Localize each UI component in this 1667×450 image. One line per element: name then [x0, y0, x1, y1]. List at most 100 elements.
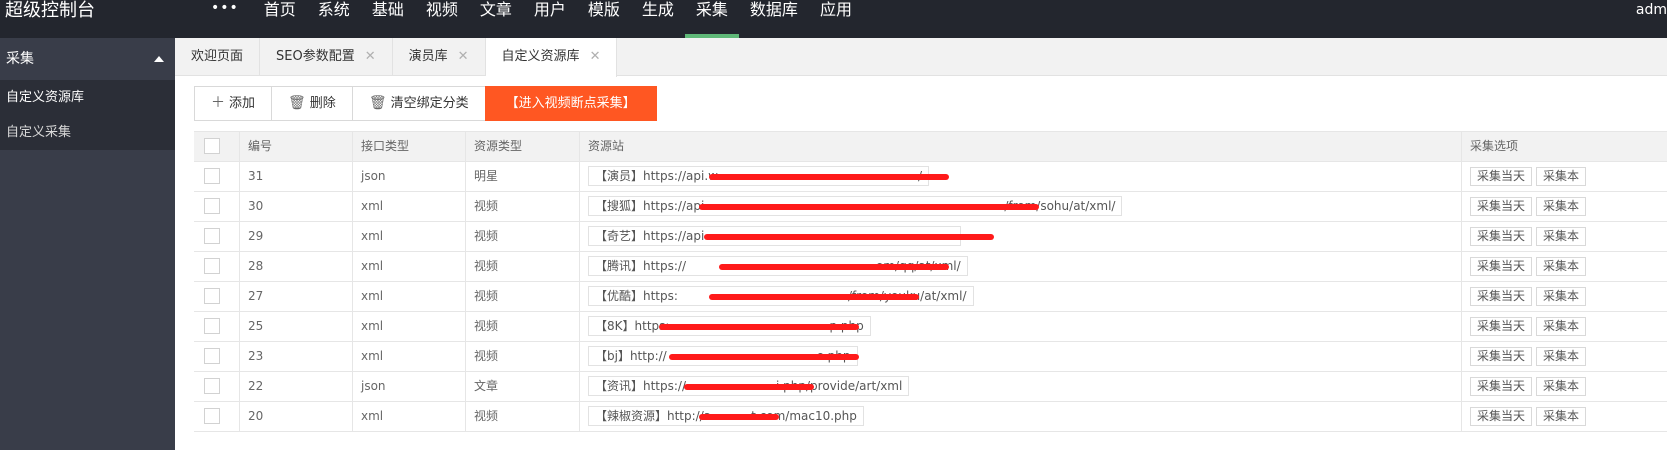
site-url[interactable]: 【演员】https://api.w/ — [588, 166, 949, 186]
table-row[interactable]: 30 xml 视频 【搜狐】https://api/from/sohu/at/xml/… — [194, 192, 1667, 222]
row-type: xml — [353, 312, 466, 342]
nav-template[interactable]: 模版 — [577, 0, 631, 38]
table-row[interactable]: 20 xml 视频 【辣椒资源】http://a t.com/mac10.php 采集当天… — [194, 402, 1667, 432]
tab-bar: 欢迎页面 SEO参数配置 ✕ 演员库 ✕ 自定义资源库 ✕ — [175, 38, 1667, 77]
nav-database[interactable]: 数据库 — [739, 0, 809, 38]
site-url[interactable]: 【腾讯】https://om/qq/at/xml/ — [588, 256, 968, 276]
row-checkbox[interactable] — [204, 167, 220, 184]
collect-today-button[interactable]: 采集当天 — [1470, 317, 1533, 336]
nav-user[interactable]: 用户 — [523, 0, 577, 38]
collect-today-button[interactable]: 采集当天 — [1470, 287, 1533, 306]
site-url-head: 【bj】http:// — [595, 349, 667, 363]
tab-actors[interactable]: 演员库 ✕ — [393, 38, 486, 76]
row-site-cell: 【bj】http://o.php — [580, 342, 1462, 372]
nav-generate[interactable]: 生成 — [631, 0, 685, 38]
nav-home[interactable]: 首页 — [253, 0, 307, 38]
redaction-mark — [709, 294, 919, 300]
collect-week-button[interactable]: 采集本 — [1536, 407, 1587, 426]
row-checkbox[interactable] — [204, 257, 220, 274]
row-check-cell — [194, 162, 240, 192]
header-site[interactable]: 资源站 — [580, 132, 1462, 162]
collect-week-button[interactable]: 采集本 — [1536, 197, 1587, 216]
site-url[interactable]: 【8K】https:p.php — [588, 316, 871, 336]
nav-apps[interactable]: 应用 — [809, 0, 863, 38]
row-checkbox[interactable] — [204, 347, 220, 364]
close-icon[interactable]: ✕ — [590, 49, 601, 64]
row-site-cell: 【奇艺】https://api — [580, 222, 1462, 252]
collect-week-button[interactable]: 采集本 — [1536, 287, 1587, 306]
row-check-cell — [194, 252, 240, 282]
collect-today-button[interactable]: 采集当天 — [1470, 257, 1533, 276]
site-url[interactable]: 【辣椒资源】http://a t.com/mac10.php — [588, 406, 864, 426]
row-site-cell: 【辣椒资源】http://a t.com/mac10.php — [580, 402, 1462, 432]
close-icon[interactable]: ✕ — [365, 49, 376, 64]
row-options: 采集当天 采集本 — [1462, 372, 1667, 402]
header-options[interactable]: 采集选项 — [1462, 132, 1667, 162]
collect-today-button[interactable]: 采集当天 — [1470, 227, 1533, 246]
site-url[interactable]: 【bj】http://o.php — [588, 346, 859, 366]
add-button[interactable]: ＋ 添加 — [194, 86, 273, 121]
user-menu[interactable]: adm — [1636, 0, 1667, 20]
row-site-cell: 【搜狐】https://api/from/sohu/at/xml/ — [580, 192, 1462, 222]
collect-today-button[interactable]: 采集当天 — [1470, 167, 1533, 186]
header-type[interactable]: 接口类型 — [353, 132, 466, 162]
site-url[interactable]: 【优酷】https:/from/youku/at/xml/ — [588, 286, 974, 306]
row-rtype: 视频 — [466, 402, 580, 432]
table-row[interactable]: 29 xml 视频 【奇艺】https://api 采集当天 采集本 — [194, 222, 1667, 252]
collect-today-button[interactable]: 采集当天 — [1470, 347, 1533, 366]
header-id[interactable]: 编号 — [240, 132, 353, 162]
nav-system[interactable]: 系统 — [307, 0, 361, 38]
row-checkbox[interactable] — [204, 287, 220, 304]
row-checkbox[interactable] — [204, 317, 220, 334]
row-checkbox[interactable] — [204, 227, 220, 244]
site-url[interactable]: 【奇艺】https://api — [588, 226, 994, 246]
header-rtype[interactable]: 资源类型 — [466, 132, 580, 162]
collect-today-button[interactable]: 采集当天 — [1470, 197, 1533, 216]
clear-binding-button[interactable]: 🗑 清空绑定分类 — [351, 86, 486, 121]
row-checkbox[interactable] — [204, 197, 220, 214]
plus-icon: ＋ — [211, 95, 225, 111]
site-url-head: 【辣椒资源】http://a — [595, 409, 712, 423]
tab-welcome[interactable]: 欢迎页面 — [175, 38, 261, 76]
sidebar-item-custom-resource[interactable]: 自定义资源库 — [0, 80, 175, 115]
nav-collect[interactable]: 采集 — [684, 0, 739, 38]
row-checkbox[interactable] — [204, 407, 220, 424]
sidebar-group-collect[interactable]: 采集 — [0, 38, 175, 80]
collect-week-button[interactable]: 采集本 — [1536, 377, 1587, 396]
row-site-cell: 【优酷】https:/from/youku/at/xml/ — [580, 282, 1462, 312]
breakpoint-collect-button[interactable]: 【进入视频断点采集】 — [484, 86, 657, 121]
collect-today-button[interactable]: 采集当天 — [1470, 377, 1533, 396]
collect-week-button[interactable]: 采集本 — [1536, 347, 1587, 366]
row-checkbox[interactable] — [204, 377, 220, 394]
collect-week-button[interactable]: 采集本 — [1536, 317, 1587, 336]
tab-seo[interactable]: SEO参数配置 ✕ — [260, 38, 393, 76]
site-url[interactable]: 【搜狐】https://api/from/sohu/at/xml/ — [588, 196, 1123, 216]
collect-today-button[interactable]: 采集当天 — [1470, 407, 1533, 426]
row-id: 29 — [240, 222, 353, 252]
table-row[interactable]: 22 json 文章 【资讯】https://i.php/provide/art/xm… — [194, 372, 1667, 402]
nav-basic[interactable]: 基础 — [361, 0, 415, 38]
table-row[interactable]: 25xml视频【8K】https:p.php 采集当天采集本 — [194, 312, 1667, 342]
row-id: 23 — [240, 342, 353, 372]
row-type: xml — [353, 222, 466, 252]
tab-custom-resource[interactable]: 自定义资源库 ✕ — [485, 38, 618, 77]
sidebar: 采集 自定义资源库 自定义采集 — [0, 38, 175, 450]
table-row[interactable]: 28xml视频【腾讯】https://om/qq/at/xml/采集当天采集本 — [194, 252, 1667, 282]
close-icon[interactable]: ✕ — [458, 49, 469, 64]
nav-video[interactable]: 视频 — [415, 0, 469, 38]
collect-week-button[interactable]: 采集本 — [1536, 257, 1587, 276]
site-url[interactable]: 【资讯】https://i.php/provide/art/xml — [588, 376, 910, 396]
sidebar-item-custom-collect[interactable]: 自定义采集 — [0, 115, 175, 150]
table-row[interactable]: 27xml视频【优酷】https:/from/youku/at/xml/采集当天… — [194, 282, 1667, 312]
collect-week-button[interactable]: 采集本 — [1536, 227, 1587, 246]
table-row[interactable]: 23xml视频【bj】http://o.php 采集当天采集本 — [194, 342, 1667, 372]
top-header: 超级控制台 ••• 首页 系统 基础 视频 文章 用户 模版 生成 采集 数据库… — [0, 0, 1667, 38]
select-all-checkbox[interactable] — [204, 137, 220, 154]
row-rtype: 视频 — [466, 282, 580, 312]
row-rtype: 视频 — [466, 342, 580, 372]
more-icon[interactable]: ••• — [200, 0, 253, 38]
collect-week-button[interactable]: 采集本 — [1536, 167, 1587, 186]
delete-button[interactable]: 🗑 删除 — [271, 86, 353, 121]
table-row[interactable]: 31json明星【演员】https://api.w/采集当天采集本 — [194, 162, 1667, 192]
nav-article[interactable]: 文章 — [469, 0, 523, 38]
